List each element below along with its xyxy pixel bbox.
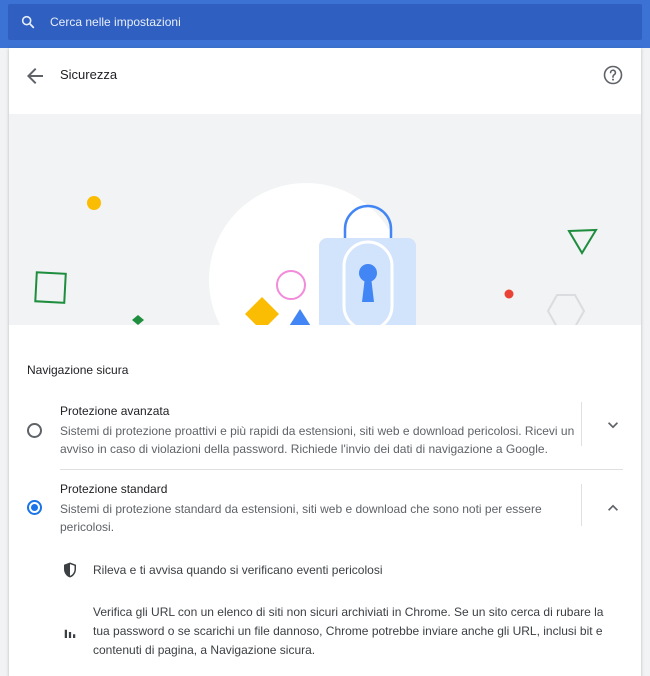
page-header: Sicurezza bbox=[9, 48, 641, 108]
section-title: Navigazione sicura bbox=[27, 363, 129, 377]
bar-chart-icon bbox=[64, 629, 76, 638]
help-icon[interactable] bbox=[601, 63, 625, 87]
chevron-up-icon[interactable] bbox=[603, 498, 623, 518]
radio-enhanced-protection[interactable] bbox=[27, 423, 42, 438]
search-bar[interactable] bbox=[8, 4, 642, 40]
green-diamond-shape bbox=[132, 315, 144, 325]
option-description: Sistemi di protezione standard da estens… bbox=[60, 502, 542, 534]
green-square-shape bbox=[34, 271, 67, 304]
red-dot-shape bbox=[504, 289, 514, 299]
feature-text: Verifica gli URL con un elenco di siti n… bbox=[93, 605, 604, 657]
option-description: Sistemi di protezione proattivi e più ra… bbox=[60, 424, 575, 456]
grey-hexagon-shape bbox=[546, 294, 586, 325]
page-title: Sicurezza bbox=[60, 67, 118, 82]
radio-standard-protection[interactable] bbox=[27, 500, 42, 515]
arrow-back-icon[interactable] bbox=[23, 64, 47, 88]
security-illustration bbox=[9, 114, 641, 325]
divider bbox=[60, 469, 623, 470]
option-label: Protezione avanzata bbox=[60, 404, 170, 418]
option-label: Protezione standard bbox=[60, 482, 168, 496]
top-bar bbox=[0, 0, 650, 48]
settings-card: Sicurezza Navigazione sicura Protezione … bbox=[9, 48, 641, 676]
shield-icon bbox=[64, 562, 76, 578]
vertical-divider bbox=[581, 484, 582, 526]
search-input[interactable] bbox=[50, 12, 610, 32]
option-enhanced-protection[interactable]: Protezione avanzata Sistemi di protezion… bbox=[9, 402, 641, 470]
green-triangle-shape bbox=[567, 228, 598, 255]
vertical-divider bbox=[581, 402, 582, 446]
chevron-down-icon[interactable] bbox=[603, 415, 623, 435]
option-standard-protection[interactable]: Protezione standard Sistemi di protezion… bbox=[9, 480, 641, 542]
feature-text: Rileva e ti avvisa quando si verificano … bbox=[93, 563, 383, 577]
yellow-dot-shape bbox=[87, 196, 101, 210]
search-icon bbox=[21, 15, 35, 29]
